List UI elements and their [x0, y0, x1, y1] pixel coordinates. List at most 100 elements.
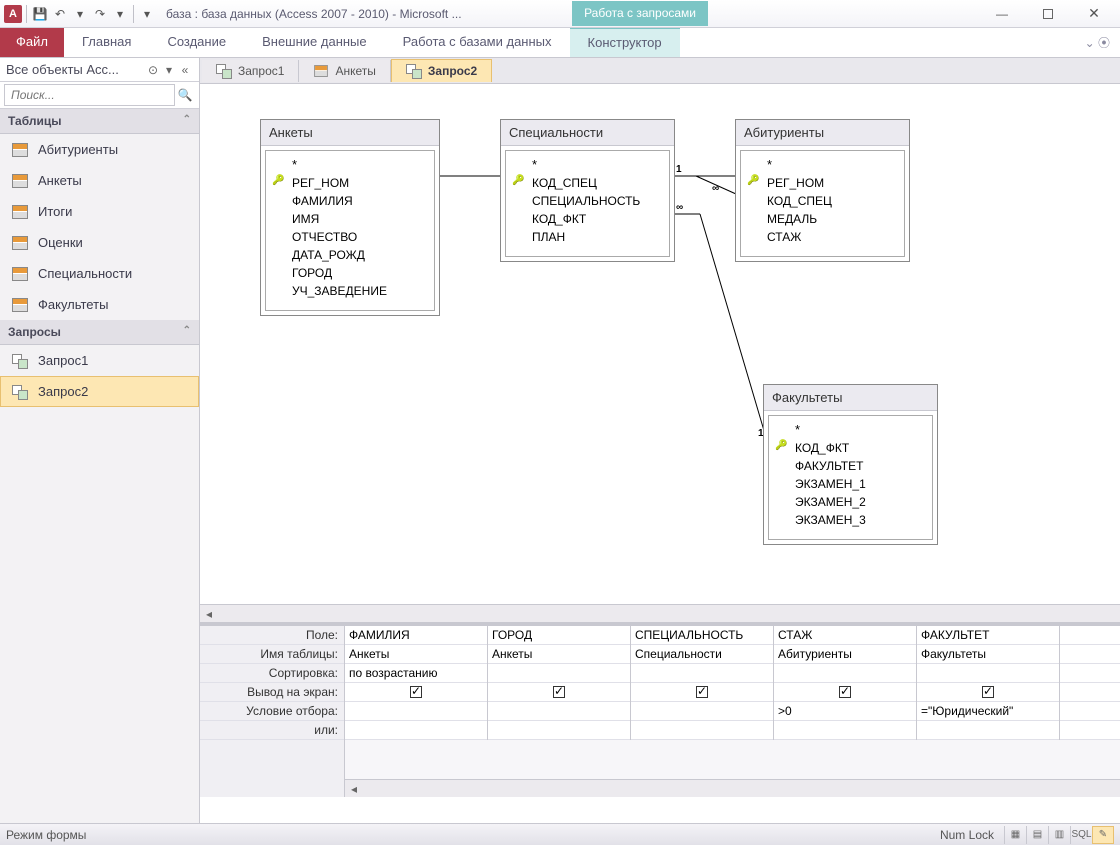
- redo-button[interactable]: ↷: [91, 4, 109, 24]
- help-button[interactable]: ⌄ ⦿: [1075, 28, 1120, 57]
- checkbox-icon[interactable]: [982, 686, 994, 698]
- grid-cell-criteria[interactable]: ="Юридический": [917, 702, 1059, 721]
- field-item[interactable]: ФАКУЛЬТЕТ: [773, 457, 928, 475]
- grid-cell-table[interactable]: Анкеты: [345, 645, 487, 664]
- table-box-ankety[interactable]: Анкеты * РЕГ_НОМ ФАМИЛИЯ ИМЯ ОТЧЕСТВО ДА…: [260, 119, 440, 316]
- field-all[interactable]: *: [773, 420, 928, 439]
- diagram-hscroll[interactable]: ◂ ▸: [200, 604, 1120, 622]
- ribbon-tab-home[interactable]: Главная: [64, 28, 149, 57]
- grid-column[interactable]: СТАЖАбитуриенты >0: [774, 626, 917, 740]
- close-button[interactable]: ✕: [1080, 4, 1108, 24]
- field-item[interactable]: РЕГ_НОМ: [270, 174, 430, 192]
- grid-cell-criteria[interactable]: >0: [774, 702, 916, 721]
- field-all[interactable]: *: [270, 155, 430, 174]
- grid-cell-show[interactable]: [631, 683, 773, 702]
- table-box-fakultety[interactable]: Факультеты * КОД_ФКТ ФАКУЛЬТЕТ ЭКЗАМЕН_1…: [763, 384, 938, 545]
- field-item[interactable]: ОТЧЕСТВО: [270, 228, 430, 246]
- field-all[interactable]: *: [745, 155, 900, 174]
- table-box-abiturienty[interactable]: Абитуриенты * РЕГ_НОМ КОД_СПЕЦ МЕДАЛЬ СТ…: [735, 119, 910, 262]
- collapse-icon[interactable]: ⌃: [183, 114, 191, 128]
- field-item[interactable]: КОД_СПЕЦ: [745, 192, 900, 210]
- collapse-icon[interactable]: ⌃: [183, 325, 191, 339]
- grid-cell-sort[interactable]: [917, 664, 1059, 683]
- redo-dropdown[interactable]: ▾: [111, 4, 129, 24]
- scroll-left-icon[interactable]: ◂: [200, 607, 218, 621]
- doc-tab[interactable]: Анкеты: [299, 60, 390, 82]
- field-item[interactable]: ЭКЗАМЕН_1: [773, 475, 928, 493]
- grid-column[interactable]: ГОРОДАнкеты: [488, 626, 631, 740]
- grid-cell-sort[interactable]: [774, 664, 916, 683]
- nav-group-tables[interactable]: Таблицы ⌃: [0, 109, 199, 134]
- field-item[interactable]: КОД_СПЕЦ: [510, 174, 665, 192]
- table-box-header[interactable]: Анкеты: [261, 120, 439, 146]
- nav-item-table[interactable]: Анкеты: [0, 165, 199, 196]
- checkbox-icon[interactable]: [410, 686, 422, 698]
- nav-item-table[interactable]: Итоги: [0, 196, 199, 227]
- field-item[interactable]: ФАМИЛИЯ: [270, 192, 430, 210]
- grid-cell-show[interactable]: [917, 683, 1059, 702]
- ribbon-tab-dbtools[interactable]: Работа с базами данных: [385, 28, 570, 57]
- grid-cell-field[interactable]: ФАМИЛИЯ: [345, 626, 487, 645]
- field-item[interactable]: ЭКЗАМЕН_2: [773, 493, 928, 511]
- nav-header[interactable]: Все объекты Acc... ⊙ ▾ «: [0, 58, 199, 82]
- grid-cell-or[interactable]: [631, 721, 773, 740]
- field-item[interactable]: ЭКЗАМЕН_3: [773, 511, 928, 529]
- table-box-header[interactable]: Факультеты: [764, 385, 937, 411]
- grid-column[interactable]: ФАКУЛЬТЕТФакультеты="Юридический": [917, 626, 1060, 740]
- ribbon-tab-create[interactable]: Создание: [149, 28, 244, 57]
- grid-hscroll[interactable]: ◂ ▸: [345, 779, 1120, 797]
- search-icon[interactable]: 🔍: [175, 88, 195, 102]
- field-item[interactable]: СТАЖ: [745, 228, 900, 246]
- nav-item-query[interactable]: Запрос1: [0, 345, 199, 376]
- grid-cell-table[interactable]: Абитуриенты: [774, 645, 916, 664]
- field-item[interactable]: ДАТА_РОЖД: [270, 246, 430, 264]
- nav-collapse-button[interactable]: «: [177, 63, 193, 77]
- field-all[interactable]: *: [510, 155, 665, 174]
- nav-group-queries[interactable]: Запросы ⌃: [0, 320, 199, 345]
- doc-tab-active[interactable]: Запрос2: [391, 59, 492, 82]
- grid-cell-field[interactable]: ГОРОД: [488, 626, 630, 645]
- undo-button[interactable]: ↶: [51, 4, 69, 24]
- grid-cell-field[interactable]: СТАЖ: [774, 626, 916, 645]
- field-item[interactable]: РЕГ_НОМ: [745, 174, 900, 192]
- table-box-header[interactable]: Абитуриенты: [736, 120, 909, 146]
- nav-item-table[interactable]: Факультеты: [0, 289, 199, 320]
- grid-cell-sort[interactable]: [631, 664, 773, 683]
- undo-dropdown[interactable]: ▾: [71, 4, 89, 24]
- grid-column-empty[interactable]: [1060, 626, 1120, 740]
- table-box-specialnosti[interactable]: Специальности * КОД_СПЕЦ СПЕЦИАЛЬНОСТЬ К…: [500, 119, 675, 262]
- field-item[interactable]: КОД_ФКТ: [773, 439, 928, 457]
- scroll-left-icon[interactable]: ◂: [345, 782, 363, 796]
- field-item[interactable]: УЧ_ЗАВЕДЕНИЕ: [270, 282, 430, 300]
- ribbon-tab-design[interactable]: Конструктор: [570, 28, 680, 57]
- view-pivot-button[interactable]: ▤: [1026, 826, 1048, 844]
- nav-item-table[interactable]: Абитуриенты: [0, 134, 199, 165]
- nav-filter-dropdown-icon[interactable]: ⊙: [145, 63, 161, 77]
- nav-item-table[interactable]: Специальности: [0, 258, 199, 289]
- app-icon[interactable]: A: [4, 5, 22, 23]
- view-datasheet-button[interactable]: ▦: [1004, 826, 1026, 844]
- field-item[interactable]: ГОРОД: [270, 264, 430, 282]
- grid-cell-table[interactable]: Специальности: [631, 645, 773, 664]
- qat-customize[interactable]: ▾: [138, 4, 156, 24]
- grid-cell-sort[interactable]: [488, 664, 630, 683]
- field-item[interactable]: СПЕЦИАЛЬНОСТЬ: [510, 192, 665, 210]
- diagram-pane[interactable]: 1 1 ∞ ∞ 1 Анкеты * РЕГ_НОМ: [200, 84, 1120, 604]
- grid-cell-sort[interactable]: по возрастанию: [345, 664, 487, 683]
- field-item[interactable]: КОД_ФКТ: [510, 210, 665, 228]
- nav-item-table[interactable]: Оценки: [0, 227, 199, 258]
- table-box-header[interactable]: Специальности: [501, 120, 674, 146]
- view-sql-button[interactable]: SQL: [1070, 826, 1092, 844]
- nav-item-query[interactable]: Запрос2: [0, 376, 199, 407]
- grid-cell-criteria[interactable]: [345, 702, 487, 721]
- checkbox-icon[interactable]: [553, 686, 565, 698]
- search-input[interactable]: [4, 84, 175, 106]
- grid-cell-table[interactable]: Анкеты: [488, 645, 630, 664]
- minimize-button[interactable]: —: [988, 4, 1016, 24]
- view-design-button[interactable]: ✎: [1092, 826, 1114, 844]
- ribbon-tab-external[interactable]: Внешние данные: [244, 28, 385, 57]
- view-chart-button[interactable]: ▥: [1048, 826, 1070, 844]
- grid-column[interactable]: ФАМИЛИЯАнкетыпо возрастанию: [345, 626, 488, 740]
- grid-cell-criteria[interactable]: [631, 702, 773, 721]
- grid-column[interactable]: СПЕЦИАЛЬНОСТЬСпециальности: [631, 626, 774, 740]
